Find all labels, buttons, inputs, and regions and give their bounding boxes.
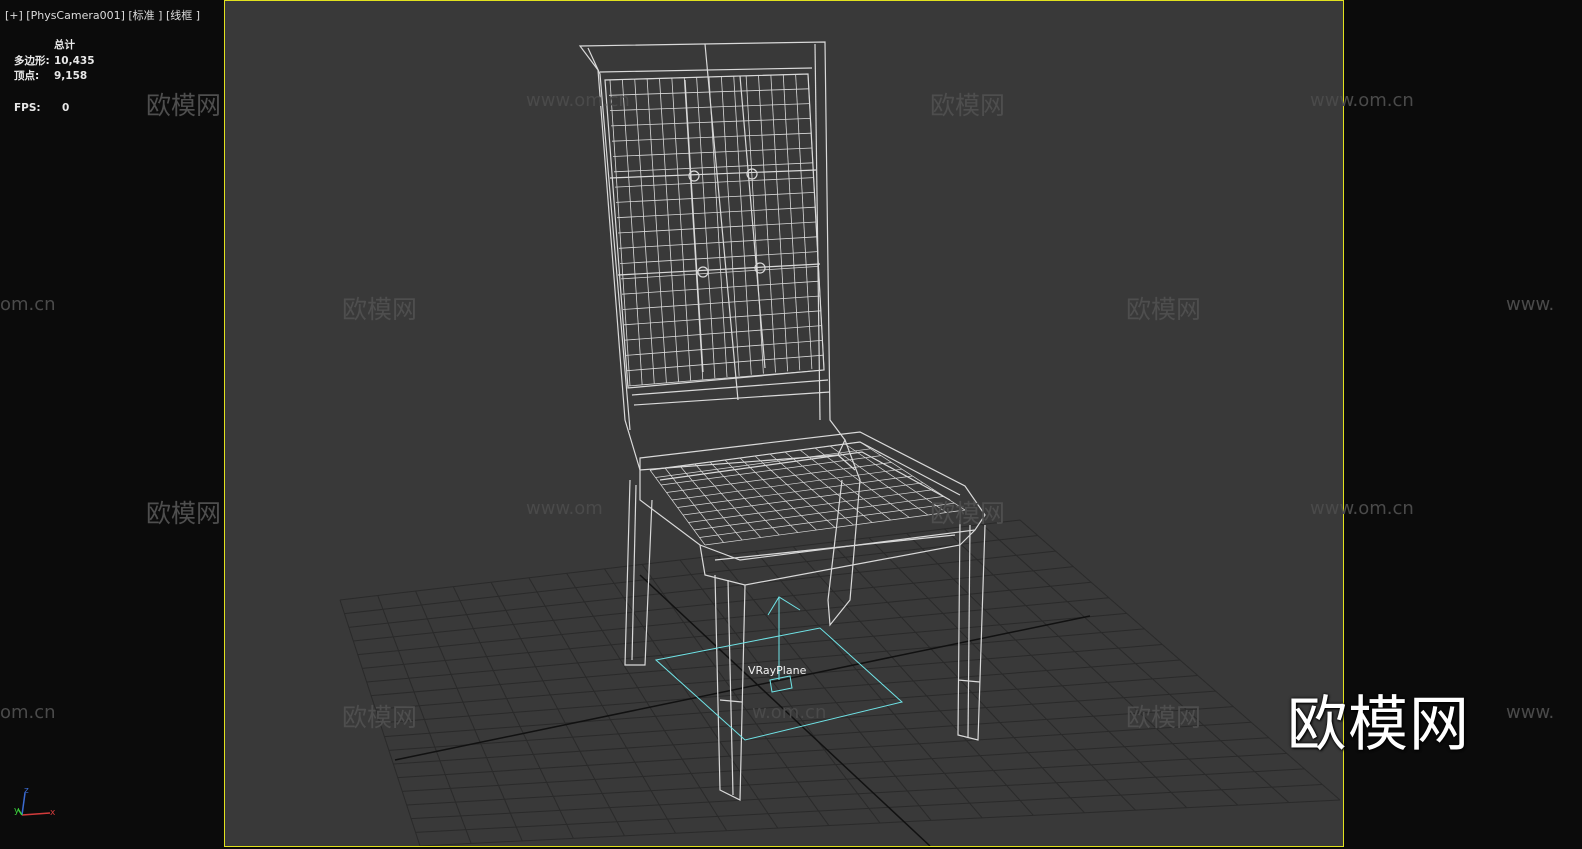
mesh-line: [682, 482, 924, 516]
mesh-line: [655, 448, 871, 478]
mesh-line: [614, 177, 814, 188]
watermark-text: 欧模网: [146, 499, 222, 528]
mesh-line: [611, 132, 812, 142]
watermark-text: 欧模网: [146, 91, 222, 120]
axis-z-label: z: [24, 786, 29, 796]
watermark-url: www.: [1506, 702, 1555, 723]
watermark-url: www.om.cn: [526, 90, 630, 111]
mesh-line: [609, 103, 810, 111]
watermark-url: www.om.cn: [1310, 90, 1414, 111]
mesh-line: [616, 206, 816, 219]
mesh-line: [693, 496, 945, 531]
axis-tripod-icon: x z y: [14, 786, 56, 818]
mesh-line: [625, 340, 823, 356]
watermark-text: 欧模网: [1126, 295, 1202, 324]
grid-line: [402, 737, 1269, 792]
watermark-url: om.cn: [0, 702, 56, 723]
mesh-line: [688, 489, 934, 523]
watermark-url: om.cn: [0, 294, 56, 315]
mesh-line: [617, 221, 817, 234]
mesh-line: [622, 295, 821, 310]
watermark-text: 欧模网: [930, 499, 1006, 528]
mesh-line: [623, 310, 821, 326]
watermark-text: 欧模网: [342, 295, 418, 324]
mesh-line: [615, 192, 815, 203]
vray-plane-label: VRayPlane: [748, 664, 807, 677]
watermark-url: www.om: [526, 498, 603, 519]
grid-line: [944, 528, 1239, 806]
watermark-url: w.om.cn: [752, 702, 827, 723]
axis-x-label: x: [50, 808, 56, 818]
watermark-text: 欧模网: [930, 91, 1006, 120]
grid-line: [406, 752, 1287, 806]
watermark-url: www.: [1506, 294, 1555, 315]
tuft-button: [697, 266, 709, 278]
ground-grid: [339, 519, 1341, 846]
mesh-line: [627, 369, 825, 387]
grid-line: [868, 537, 1136, 811]
mesh-line: [624, 325, 822, 341]
brand-logo: 欧模网: [1287, 690, 1470, 760]
axis-y-label: y: [14, 806, 20, 816]
watermark-text: 欧模网: [1126, 703, 1202, 732]
grid-line: [397, 721, 1252, 779]
mesh-line: [613, 162, 813, 173]
mesh-line: [619, 251, 818, 264]
mesh-line: [621, 280, 820, 295]
grid-line: [981, 524, 1290, 803]
mesh-line: [618, 236, 817, 249]
grid-line: [411, 768, 1305, 820]
mesh-line: [677, 475, 913, 508]
mesh-line: [666, 462, 892, 493]
mesh-line: [610, 118, 811, 127]
mesh-line: [626, 354, 824, 372]
watermark-text: 欧模网: [342, 703, 418, 732]
grid-line: [906, 532, 1188, 809]
mesh-line: [612, 147, 813, 157]
watermark-url: www.om.cn: [1310, 498, 1414, 519]
chair-wireframe: [578, 41, 986, 801]
